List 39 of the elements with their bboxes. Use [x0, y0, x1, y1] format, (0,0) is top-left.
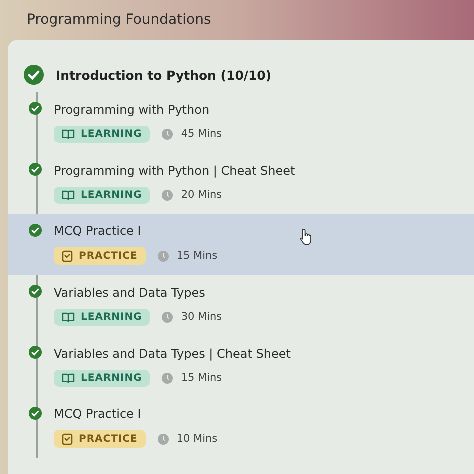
lesson-tag: LEARNING	[54, 186, 150, 204]
lesson-row[interactable]: MCQ Practice I PRACTICE 10 Mins	[8, 397, 474, 458]
lesson-tag: PRACTICE	[54, 247, 146, 265]
clock-icon	[162, 312, 174, 322]
lesson-tag: PRACTICE	[54, 430, 146, 448]
book-icon	[62, 372, 75, 384]
lesson-row[interactable]: Programming with Python | Cheat Sheet LEARNING 20 Mins	[8, 153, 474, 214]
lesson-title: Variables and Data Types | Cheat Sheet	[54, 346, 291, 360]
clipboard-icon	[62, 433, 73, 445]
lesson-row[interactable]: MCQ Practice I PRACTICE 15 Mins	[8, 214, 474, 275]
book-icon	[62, 128, 75, 140]
clock-icon	[158, 250, 169, 262]
lesson-title: Variables and Data Types	[54, 286, 206, 300]
page-title: Programming Foundations	[27, 12, 212, 28]
module-title[interactable]: Introduction to Python (10/10)	[56, 68, 272, 82]
clipboard-icon	[62, 250, 73, 262]
lesson-row[interactable]: Programming with Python LEARNING 45 Mins	[8, 92, 474, 153]
lesson-row[interactable]: Variables and Data Types | Cheat Sheet LEARNING 15 Mins	[8, 336, 474, 397]
lesson-title: MCQ Practice I	[54, 407, 142, 421]
book-icon	[62, 312, 75, 322]
hand-pointer-icon	[300, 228, 314, 246]
lesson-row[interactable]: Variables and Data Types LEARNING 30 Mins	[8, 275, 474, 336]
duration-text: 30 Mins	[181, 311, 222, 323]
lesson-tag: LEARNING	[54, 126, 150, 142]
lesson-title: Programming with Python	[54, 102, 210, 116]
book-icon	[62, 190, 75, 200]
clock-icon	[162, 128, 174, 140]
duration-text: 15 Mins	[181, 372, 222, 384]
lesson-tag: LEARNING	[54, 308, 150, 326]
duration-text: 10 Mins	[176, 433, 218, 445]
duration-text: 20 Mins	[181, 189, 222, 201]
lesson-tag: LEARNING	[54, 370, 150, 386]
clock-icon	[162, 372, 174, 384]
clock-icon	[158, 434, 169, 444]
duration-text: 15 Mins	[176, 250, 218, 262]
lesson-title: Programming with Python | Cheat Sheet	[54, 164, 296, 178]
lesson-title: MCQ Practice I	[54, 224, 142, 238]
duration-text: 45 Mins	[181, 128, 222, 140]
clock-icon	[162, 190, 174, 200]
